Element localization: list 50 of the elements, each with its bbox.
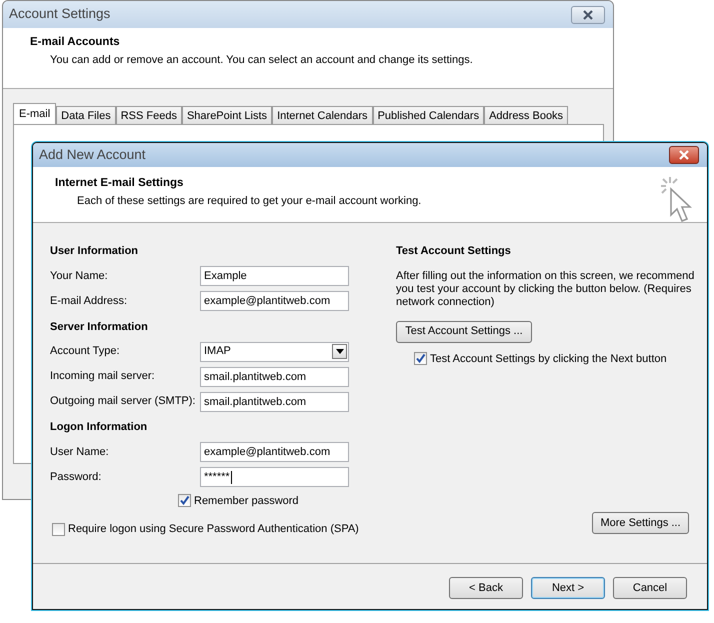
description-text: Each of these settings are required to get your e-mail account working. <box>77 194 422 209</box>
checkbox-label: Test Account Settings by clicking the Next button <box>430 352 667 366</box>
section-heading: Test Account Settings <box>396 244 512 259</box>
dialog-title: Add New Account <box>39 146 146 164</box>
tab[interactable]: Internet Calendars <box>272 106 373 124</box>
checkbox-label: Require logon using Secure Password Authentication (SPA) <box>68 522 359 537</box>
field-label: Incoming mail server: <box>50 369 156 384</box>
section-heading: E-mail Accounts <box>30 36 121 50</box>
tab[interactable]: RSS Feeds <box>116 106 182 124</box>
tab[interactable]: Published Calendars <box>372 106 484 124</box>
field-label: Your Name: <box>50 268 109 284</box>
password-value: ****** <box>204 470 230 485</box>
input-field[interactable]: Example <box>200 266 349 286</box>
tab[interactable]: Address Books <box>484 106 568 124</box>
dropdown-value: IMAP <box>204 344 231 360</box>
window-title: Account Settings <box>9 5 110 24</box>
input-field[interactable]: smail.plantitweb.com <box>200 392 349 412</box>
field-label: Password: <box>50 470 102 485</box>
more-settings-button[interactable]: More Settings ... <box>592 512 689 534</box>
checkbox[interactable] <box>414 352 427 366</box>
dialog-button[interactable]: < Back <box>449 577 523 599</box>
input-field[interactable]: example@plantitweb.com <box>200 291 349 311</box>
field-label: E-mail Address: <box>50 294 128 309</box>
description-text: After filling out the information on this screen, we recommend you test your account by clicking the button below. (Requires network connection) <box>396 270 696 308</box>
description-text: You can add or remove an account. You can select an account and change its settings. <box>50 52 474 68</box>
input-field[interactable]: smail.plantitweb.com <box>200 366 349 386</box>
dropdown[interactable]: IMAP <box>200 342 349 362</box>
checkbox[interactable] <box>178 494 191 508</box>
test-settings-button[interactable]: Test Account Settings ... <box>396 320 532 342</box>
field-label: Account Type: <box>50 344 121 360</box>
tab[interactable]: Data Files <box>56 106 116 124</box>
input-field[interactable]: example@plantitweb.com <box>200 442 349 462</box>
tab[interactable]: E-mail <box>13 103 56 124</box>
dialog-button[interactable]: Next > <box>531 577 605 599</box>
section-heading: Logon Information <box>50 420 148 435</box>
section-heading: Server Information <box>50 320 149 334</box>
checkbox-label: Remember password <box>194 494 299 508</box>
close-button[interactable] <box>571 6 605 24</box>
field-label: User Name: <box>50 444 110 460</box>
close-button[interactable] <box>669 146 699 164</box>
section-heading: Internet E-mail Settings <box>55 177 184 191</box>
dialog-button[interactable]: Cancel <box>613 577 687 599</box>
password-field[interactable]: ****** <box>200 467 349 487</box>
section-heading: User Information <box>50 244 140 259</box>
checkbox[interactable] <box>52 522 65 536</box>
close-icon <box>582 10 594 20</box>
tab[interactable]: SharePoint Lists <box>182 106 272 124</box>
field-label: Outgoing mail server (SMTP): <box>50 394 196 410</box>
close-icon <box>678 150 690 160</box>
text-cursor <box>230 470 232 484</box>
